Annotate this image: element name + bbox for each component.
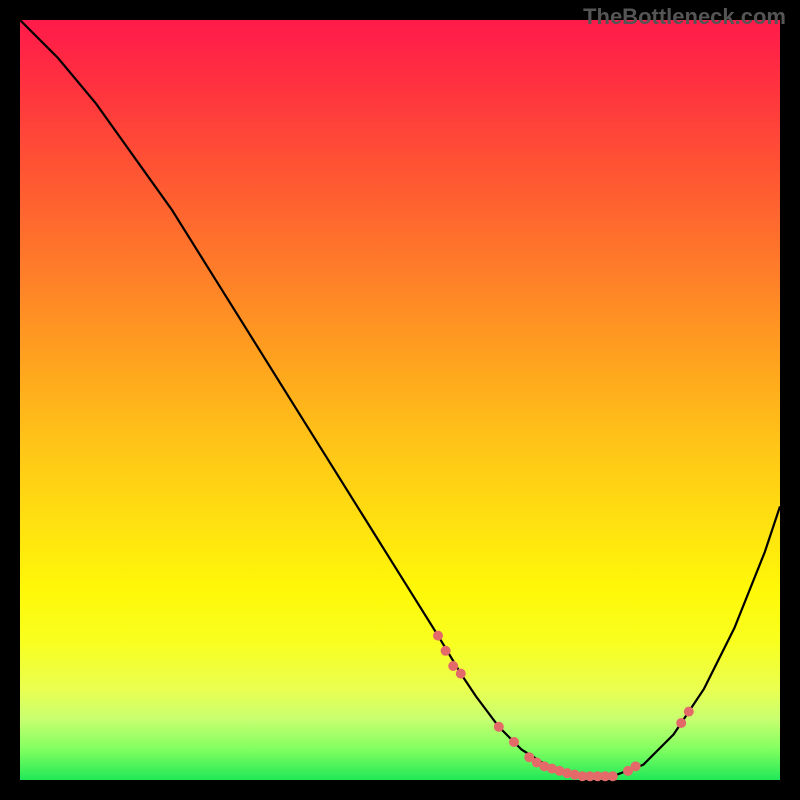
watermark-text: TheBottleneck.com <box>583 4 786 30</box>
data-markers <box>433 631 694 782</box>
data-marker <box>608 771 618 781</box>
data-marker <box>631 761 641 771</box>
main-curve <box>20 20 780 776</box>
data-marker <box>494 722 504 732</box>
plot-area <box>20 20 780 780</box>
data-marker <box>441 646 451 656</box>
data-marker <box>684 707 694 717</box>
data-marker <box>676 718 686 728</box>
data-marker <box>433 631 443 641</box>
data-marker <box>456 669 466 679</box>
chart-svg <box>20 20 780 780</box>
data-marker <box>509 737 519 747</box>
data-marker <box>448 661 458 671</box>
